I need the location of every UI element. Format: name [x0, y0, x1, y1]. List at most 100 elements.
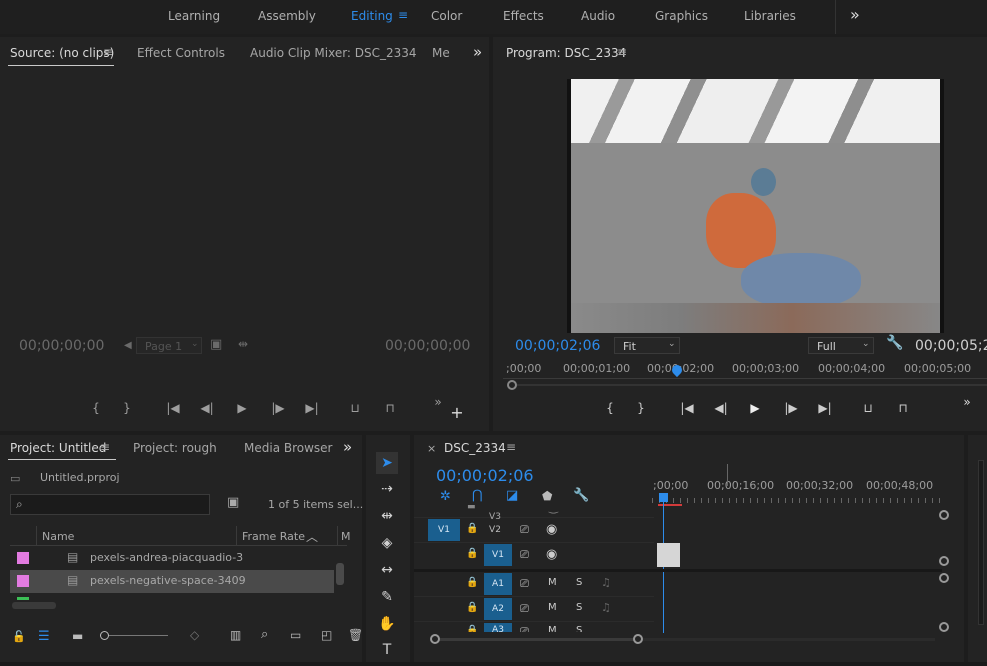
solo-button[interactable]: S [576, 577, 582, 588]
mute-button[interactable]: M [548, 602, 557, 613]
workspace-tab-editing[interactable]: Editing [351, 9, 393, 23]
source-patch-v1[interactable]: V1 [428, 519, 460, 541]
step-back-icon[interactable]: ◀| [197, 401, 217, 415]
go-to-in-icon[interactable]: |◀ [163, 401, 183, 415]
track-target-a3[interactable]: A3 [484, 623, 512, 632]
column-frame-rate[interactable]: Frame Rate [242, 530, 305, 543]
mic-icon[interactable]: ♫ [601, 601, 611, 614]
timeline-zoom-bar[interactable] [440, 638, 634, 641]
workspace-tab-effects[interactable]: Effects [503, 9, 544, 23]
page-select[interactable]: Page 1 ⌄ [136, 337, 202, 354]
toggle-sync-lock-icon[interactable]: ⎚ [520, 602, 529, 616]
video-clip[interactable] [657, 543, 680, 567]
eye-icon[interactable]: ◉ [546, 522, 557, 537]
tab-audio-clip-mixer[interactable]: Audio Clip Mixer: DSC_2334 [250, 46, 417, 60]
solo-button[interactable]: S [576, 625, 582, 632]
track-target-a1[interactable]: A1 [484, 573, 512, 595]
workspace-tab-learning[interactable]: Learning [168, 9, 220, 23]
workspace-tab-audio[interactable]: Audio [581, 9, 615, 23]
horizontal-scrollbar[interactable] [12, 602, 56, 609]
trash-icon[interactable]: 🗑 [348, 628, 363, 642]
lock-icon[interactable]: 🔒 [466, 523, 478, 534]
lift-icon[interactable]: ⊔ [858, 401, 878, 415]
tab-media-browser[interactable]: Media Browser [244, 441, 332, 455]
vertical-scrollbar[interactable] [336, 563, 344, 585]
step-forward-icon[interactable]: |▶ [268, 401, 288, 415]
linked-selection-icon[interactable]: ◪ [506, 488, 518, 503]
timeline-ruler[interactable]: ;00;00 00;00;16;00 00;00;32;00 00;00;48;… [652, 464, 942, 508]
program-duration-timecode[interactable]: 00;00;05;2 [915, 338, 987, 354]
insert-icon[interactable]: ⊔ [345, 401, 365, 415]
automate-to-sequence-icon[interactable]: ▥ [230, 628, 241, 642]
go-to-in-icon[interactable]: |◀ [677, 401, 697, 415]
source-menu-icon[interactable]: ≡ [103, 45, 113, 59]
label-color-swatch[interactable] [17, 575, 29, 587]
pen-tool-icon[interactable]: ✎ [376, 586, 398, 608]
project-overflow-icon[interactable]: » [343, 438, 352, 456]
lock-icon[interactable]: ▬ [467, 502, 476, 512]
timeline-settings-wrench-icon[interactable]: 🔧 [573, 488, 589, 503]
quality-select[interactable]: Full ⌄ [808, 337, 874, 354]
add-button-icon[interactable]: + [447, 403, 467, 422]
prev-page-icon[interactable]: ◀ [124, 340, 132, 351]
column-name[interactable]: Name [42, 530, 74, 543]
razor-tool-icon[interactable]: ◈ [376, 532, 398, 554]
zoom-slider-handle[interactable] [100, 631, 109, 640]
snap-magnet-icon[interactable]: ⋂ [472, 488, 483, 503]
program-video-frame[interactable] [567, 79, 944, 333]
program-playhead-timecode[interactable]: 00;00;02;06 [515, 338, 600, 354]
mute-button[interactable]: M [548, 577, 557, 588]
extract-icon[interactable]: ⊓ [893, 401, 913, 415]
list-view-icon[interactable]: ☰ [38, 629, 50, 644]
eye-icon[interactable]: ◉ [546, 547, 557, 562]
source-overflow-icon[interactable]: » [473, 43, 482, 61]
tab-source[interactable]: Source: (no clips) [10, 46, 114, 60]
tab-project-untitled[interactable]: Project: Untitled [10, 441, 106, 455]
track-select-tool-icon[interactable]: ⇢ [376, 478, 398, 500]
toggle-sync-lock-icon[interactable]: ⎚ [520, 625, 529, 632]
new-bin-icon[interactable]: ▭ [290, 628, 301, 642]
workspace-tab-graphics[interactable]: Graphics [655, 9, 708, 23]
source-timecode-out[interactable]: 00;00;00;00 [385, 338, 470, 354]
go-to-out-icon[interactable]: ▶| [302, 401, 322, 415]
workspace-tab-libraries[interactable]: Libraries [744, 9, 796, 23]
mute-button[interactable]: M [548, 625, 557, 632]
toggle-sync-lock-icon[interactable]: ⎚ [520, 523, 529, 537]
sort-ascending-icon[interactable]: ︿ [306, 528, 318, 545]
lock-icon[interactable]: 🔒 [466, 548, 478, 559]
selection-tool-icon[interactable]: ➤ [376, 452, 398, 474]
film-icon[interactable]: ▣ [210, 337, 222, 352]
close-sequence-icon[interactable]: × [427, 442, 436, 455]
mic-icon[interactable]: ♫ [601, 576, 611, 589]
icon-view-icon[interactable]: ▬ [72, 629, 83, 643]
source-timecode-in[interactable]: 00;00;00;00 [19, 338, 104, 354]
sequence-menu-icon[interactable]: ≡ [506, 440, 516, 454]
mark-out-icon[interactable]: } [631, 401, 651, 415]
tab-metadata[interactable]: Me [432, 46, 450, 60]
more-buttons-icon[interactable]: » [957, 395, 977, 409]
program-title[interactable]: Program: DSC_2334 [506, 46, 626, 60]
play-icon[interactable]: ▶ [232, 401, 252, 415]
overwrite-icon[interactable]: ⊓ [380, 401, 400, 415]
audio-scroll-handle-bottom[interactable] [939, 622, 949, 632]
lock-icon[interactable]: 🔓 [12, 630, 26, 643]
solo-button[interactable]: S [576, 602, 582, 613]
fit-select[interactable]: Fit ⌄ [614, 337, 680, 354]
list-item-selected[interactable]: ▤ pexels-negative-space-3409 [10, 570, 334, 593]
timeline-zoom-handle-left[interactable] [430, 634, 440, 644]
fit-icon[interactable]: ⇹ [238, 337, 248, 351]
slip-tool-icon[interactable]: ↔ [376, 559, 398, 581]
work-area-bar[interactable] [658, 504, 682, 506]
program-menu-icon[interactable]: ≡ [617, 45, 627, 59]
mark-in-icon[interactable]: { [600, 401, 620, 415]
list-item[interactable]: ▤ pexels-andrea-piacquadio-3 [10, 547, 334, 569]
settings-wrench-icon[interactable]: 🔧 [886, 335, 903, 351]
step-back-icon[interactable]: ◀| [711, 401, 731, 415]
track-target-v1[interactable]: V1 [484, 544, 512, 566]
project-search-input[interactable]: ⌕ [10, 494, 210, 515]
tab-project-rough[interactable]: Project: rough [133, 441, 217, 455]
mark-in-icon[interactable]: { [86, 401, 106, 415]
zoom-handle-left[interactable] [507, 380, 517, 390]
label-color-swatch[interactable] [17, 552, 29, 564]
video-scroll-handle-bottom[interactable] [939, 556, 949, 566]
